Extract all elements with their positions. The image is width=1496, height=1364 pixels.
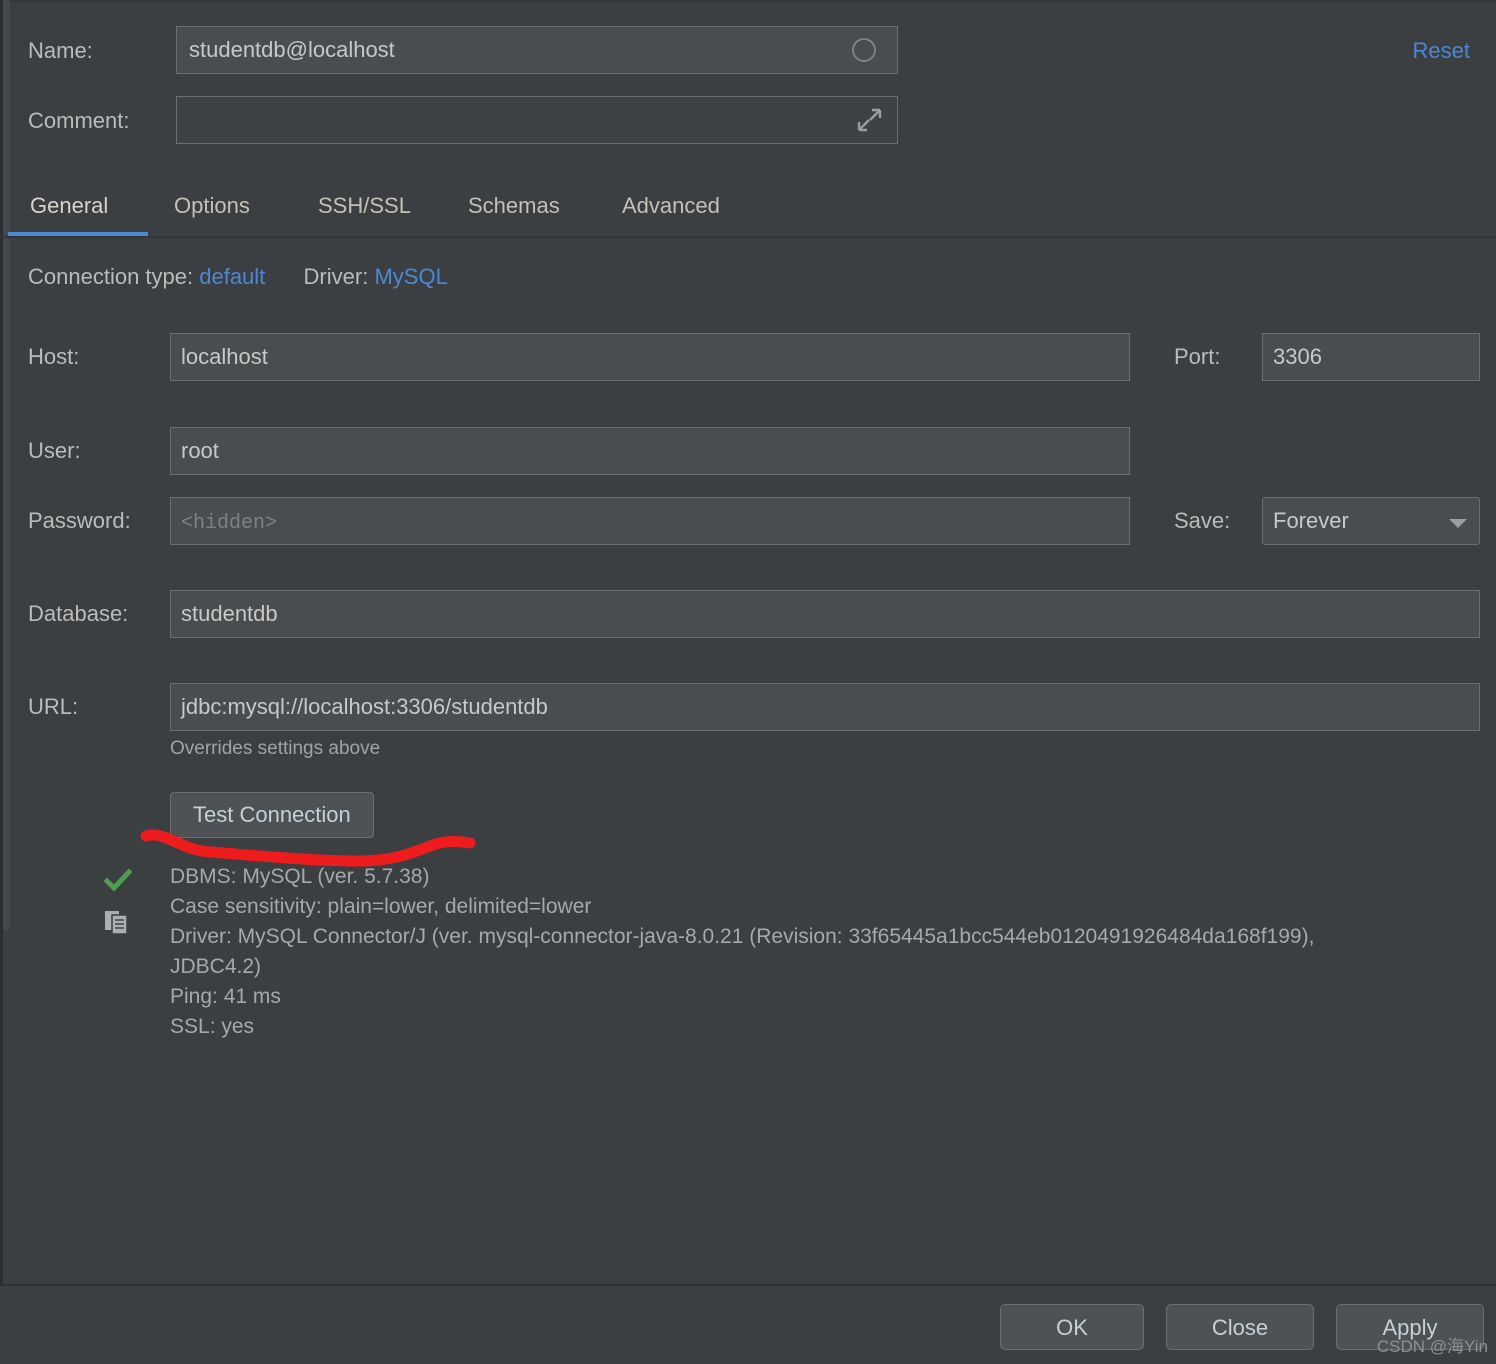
- password-input[interactable]: <hidden>: [170, 497, 1130, 545]
- result-line-jdbc: JDBC4.2): [170, 955, 262, 978]
- name-input[interactable]: studentdb@localhost: [176, 26, 898, 74]
- database-row: Database: studentdb: [0, 590, 1496, 638]
- password-placeholder: <hidden>: [181, 512, 278, 535]
- chevron-down-icon: [1449, 519, 1467, 528]
- name-label: Name:: [28, 38, 93, 63]
- user-label: User:: [28, 438, 81, 463]
- result-line-driver: Driver: MySQL Connector/J (ver. mysql-co…: [170, 925, 1315, 948]
- driver-label: Driver:: [303, 264, 369, 289]
- copy-icon[interactable]: [104, 908, 134, 938]
- close-button[interactable]: Close: [1166, 1304, 1314, 1350]
- connection-type-value[interactable]: default: [199, 264, 265, 289]
- expand-icon[interactable]: [856, 107, 882, 133]
- comment-input[interactable]: [176, 96, 898, 144]
- port-input[interactable]: 3306: [1262, 333, 1480, 381]
- host-row: Host: localhost Port: 3306: [0, 333, 1496, 381]
- result-line-case-sensitivity: Case sensitivity: plain=lower, delimited…: [170, 895, 592, 918]
- tabs-divider: [0, 236, 1496, 238]
- url-input[interactable]: jdbc:mysql://localhost:3306/studentdb: [170, 683, 1480, 731]
- password-label: Password:: [28, 508, 131, 533]
- tab-ssh-ssl[interactable]: SSH/SSL: [318, 178, 411, 234]
- circle-icon: [852, 38, 876, 62]
- name-row: Name: studentdb@localhost: [0, 26, 1496, 76]
- save-label: Save:: [1174, 508, 1231, 533]
- reset-link[interactable]: Reset: [1413, 26, 1470, 76]
- database-input[interactable]: studentdb: [170, 590, 1480, 638]
- tab-options[interactable]: Options: [174, 178, 250, 234]
- save-dropdown-value: Forever: [1273, 508, 1349, 533]
- tab-advanced[interactable]: Advanced: [622, 178, 720, 234]
- tab-bar: General Options SSH/SSL Schemas Advanced: [0, 178, 1496, 236]
- url-label: URL:: [28, 694, 79, 719]
- comment-row: Comment:: [0, 96, 1496, 146]
- save-dropdown[interactable]: Forever: [1262, 497, 1480, 545]
- test-result-text: DBMS: MySQL (ver. 5.7.38) Case sensitivi…: [170, 862, 1470, 1042]
- host-input[interactable]: localhost: [170, 333, 1130, 381]
- user-row: User: root: [0, 427, 1496, 475]
- url-hint: Overrides settings above: [170, 738, 381, 759]
- result-line-ssl: SSL: yes: [170, 1015, 255, 1038]
- tab-schemas[interactable]: Schemas: [468, 178, 560, 234]
- test-connection-button[interactable]: Test Connection: [170, 792, 374, 838]
- connection-type-label: Connection type:: [28, 264, 194, 289]
- result-line-ping: Ping: 41 ms: [170, 985, 281, 1008]
- ok-button[interactable]: OK: [1000, 1304, 1144, 1350]
- footer-bar: OK Close Apply: [0, 1286, 1496, 1364]
- port-label: Port:: [1174, 344, 1221, 369]
- host-label: Host:: [28, 344, 80, 369]
- success-check-icon: [103, 868, 133, 894]
- password-row: Password: <hidden> Save: Forever: [0, 497, 1496, 545]
- url-row: URL: jdbc:mysql://localhost:3306/student…: [0, 683, 1496, 731]
- dialog-top-border: [0, 0, 1496, 2]
- watermark: CSDN @海Yin: [1376, 1337, 1488, 1356]
- user-input[interactable]: root: [170, 427, 1130, 475]
- database-label: Database:: [28, 601, 129, 626]
- connection-type-row: Connection type: default Driver: MySQL: [28, 264, 448, 290]
- comment-label: Comment:: [28, 108, 130, 133]
- driver-value[interactable]: MySQL: [374, 264, 447, 289]
- result-line-dbms: DBMS: MySQL (ver. 5.7.38): [170, 865, 430, 888]
- tab-general[interactable]: General: [30, 178, 108, 234]
- connection-settings-dialog: Name: studentdb@localhost Comment: Reset…: [0, 0, 1496, 1364]
